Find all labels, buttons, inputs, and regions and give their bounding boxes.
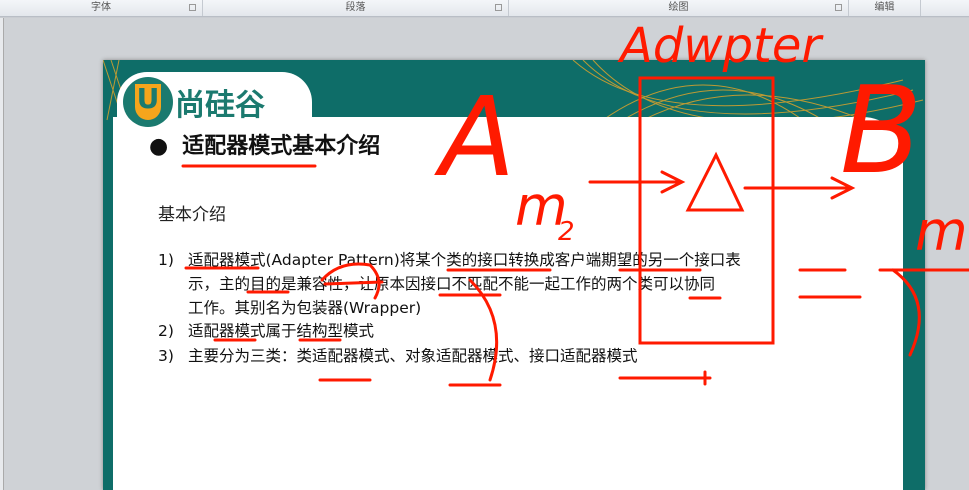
item-text: 主要分为三类：类适配器模式、对象适配器模式、接口适配器模式 <box>188 347 638 365</box>
item-text: 适配器模式(Adapter Pattern)将某个类的接口转换成客户端期望的另一… <box>188 251 741 269</box>
item-text: 示，主的目的是兼容性，让原本因接口不匹配不能一起工作的两个类可以协同 <box>188 275 716 293</box>
item-text: 工作。其别名为包装器(Wrapper) <box>188 299 422 317</box>
dialog-launcher-icon[interactable] <box>495 4 502 11</box>
ribbon-group-font: 字体 <box>0 0 203 16</box>
item-number: 1) <box>158 251 174 269</box>
ribbon-group-editing: 编辑 <box>849 0 921 16</box>
list-item: 3) 主要分为三类：类适配器模式、对象适配器模式、接口适配器模式 <box>158 344 638 366</box>
logo-letter: U <box>135 84 161 120</box>
item-number: 2) <box>158 322 174 340</box>
list-item-continuation: 示，主的目的是兼容性，让原本因接口不匹配不能一起工作的两个类可以协同 <box>188 272 715 294</box>
thumbnail-pane-edge[interactable] <box>0 18 4 490</box>
slide-title: ● 适配器模式基本介绍 <box>149 128 380 160</box>
subheading: 基本介绍 <box>158 205 226 225</box>
logo: U 尚硅谷 <box>117 72 312 132</box>
item-text: 适配器模式属于结构型模式 <box>188 322 375 340</box>
slide[interactable]: U 尚硅谷 ● 适配器模式基本介绍 基本介绍 1) 适配器模式(Adapter Pa… <box>103 60 925 490</box>
list-item-continuation: 工作。其别名为包装器(Wrapper) <box>188 296 421 318</box>
ribbon-group-drawing: 绘图 <box>509 0 849 16</box>
group-label: 编辑 <box>874 2 895 13</box>
dialog-launcher-icon[interactable] <box>189 4 196 11</box>
group-label: 段落 <box>345 2 366 13</box>
logo-text: 尚硅谷 <box>175 88 265 123</box>
list-item: 1) 适配器模式(Adapter Pattern)将某个类的接口转换成客户端期望的… <box>158 248 741 270</box>
ribbon-group-bar: 字体 段落 绘图 编辑 <box>0 0 969 17</box>
dialog-launcher-icon[interactable] <box>835 4 842 11</box>
list-item: 2) 适配器模式属于结构型模式 <box>158 319 374 341</box>
bullet-icon: ● <box>149 134 169 159</box>
logo-icon: U <box>123 77 173 127</box>
item-number: 3) <box>158 347 174 365</box>
group-label: 字体 <box>91 2 111 13</box>
title-text: 适配器模式基本介绍 <box>182 134 381 159</box>
ribbon-group-paragraph: 段落 <box>203 0 509 16</box>
group-label: 绘图 <box>668 2 689 13</box>
